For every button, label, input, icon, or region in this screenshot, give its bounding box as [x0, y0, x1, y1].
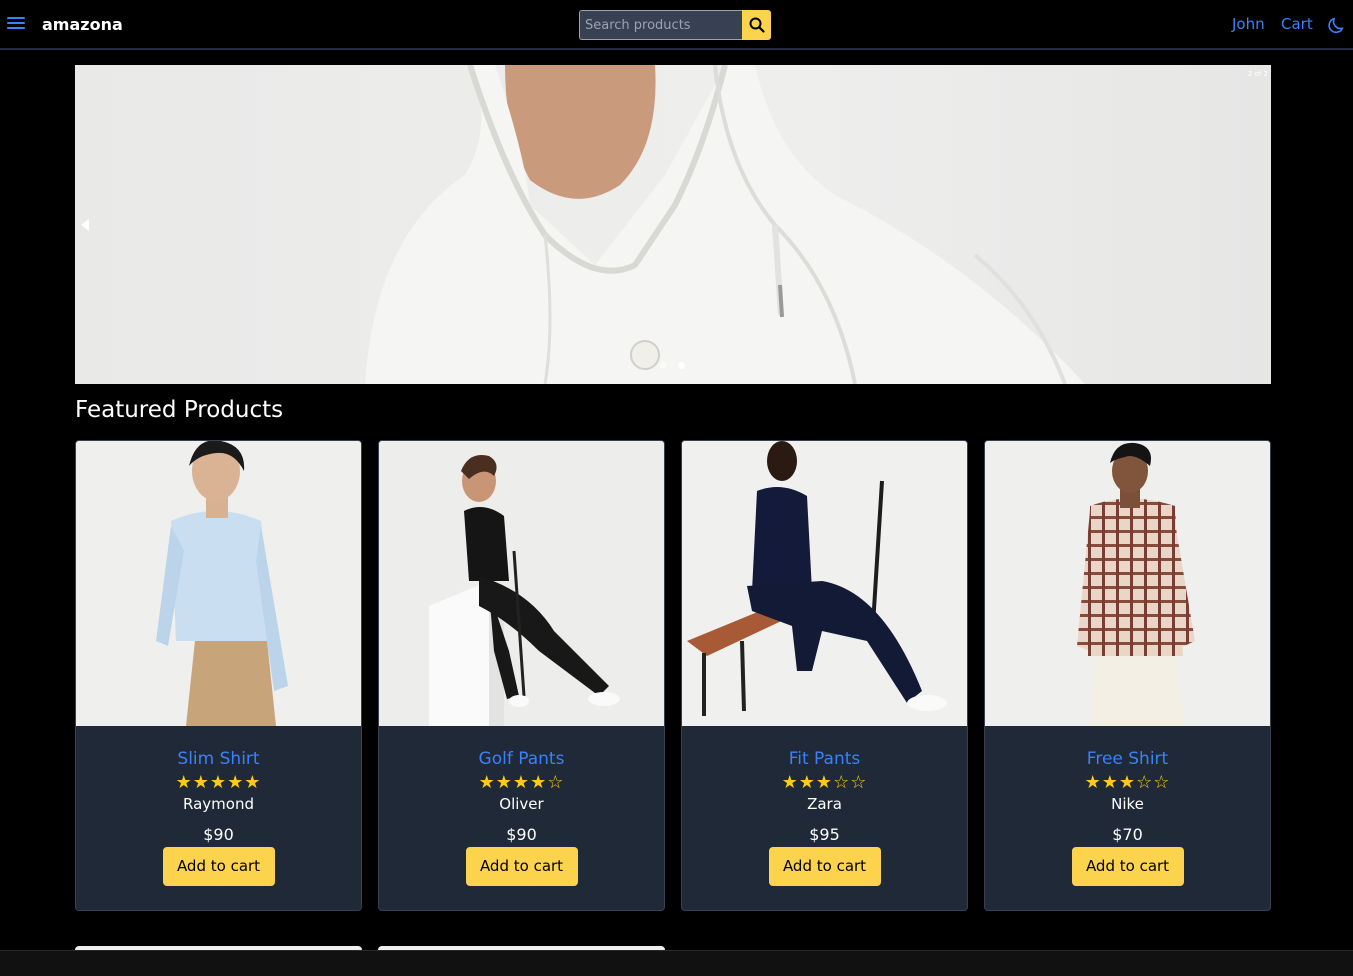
- product-brand: Nike: [1111, 795, 1144, 813]
- menu-icon[interactable]: [6, 14, 26, 34]
- product-image[interactable]: [379, 441, 664, 726]
- search-input[interactable]: [579, 10, 742, 40]
- product-photo: [682, 441, 967, 726]
- product-name-link[interactable]: Free Shirt: [985, 749, 1270, 769]
- product-price: $90: [203, 825, 234, 844]
- carousel-dots: [660, 362, 685, 369]
- product-photo: [76, 441, 361, 726]
- add-to-cart-button[interactable]: Add to cart: [768, 847, 881, 886]
- rating-stars: ★★★★☆: [478, 772, 565, 793]
- product-card: Free Shirt ★★★☆☆ Nike $70 Add to cart: [984, 440, 1271, 911]
- add-to-cart-button[interactable]: Add to cart: [162, 847, 275, 886]
- carousel-counter: 2 of 2: [1247, 70, 1268, 78]
- product-image[interactable]: [682, 441, 967, 726]
- product-card: Slim Shirt ★★★★★ Raymond $90 Add to cart: [75, 440, 362, 911]
- user-menu-link[interactable]: John: [1232, 15, 1265, 33]
- product-photo: [379, 441, 664, 726]
- page-footer-edge: [0, 950, 1353, 976]
- product-card: Fit Pants ★★★☆☆ Zara $95 Add to cart: [681, 440, 968, 911]
- rating-stars: ★★★★★: [175, 772, 262, 793]
- moon-icon[interactable]: [1327, 15, 1347, 35]
- top-navbar: amazona John Cart: [0, 0, 1353, 50]
- featured-products-title: Featured Products: [75, 397, 284, 423]
- add-to-cart-button[interactable]: Add to cart: [465, 847, 578, 886]
- carousel-dot-2[interactable]: [678, 362, 685, 369]
- product-card-body: Free Shirt ★★★☆☆ Nike $70 Add to cart: [985, 749, 1270, 886]
- cart-link[interactable]: Cart: [1281, 15, 1313, 33]
- product-image[interactable]: [76, 441, 361, 726]
- product-name-link[interactable]: Golf Pants: [379, 749, 664, 769]
- carousel-dot-1[interactable]: [660, 362, 667, 369]
- product-name-link[interactable]: Fit Pants: [682, 749, 967, 769]
- product-price: $70: [1112, 825, 1143, 844]
- product-brand: Zara: [807, 795, 842, 813]
- product-image[interactable]: [985, 441, 1270, 726]
- search-icon: [749, 17, 765, 33]
- product-name-link[interactable]: Slim Shirt: [76, 749, 361, 769]
- brand-logo[interactable]: amazona: [42, 15, 123, 34]
- product-brand: Oliver: [499, 795, 544, 813]
- product-card-body: Golf Pants ★★★★☆ Oliver $90 Add to cart: [379, 749, 664, 886]
- product-brand: Raymond: [183, 795, 254, 813]
- product-price: $95: [809, 825, 840, 844]
- add-to-cart-button[interactable]: Add to cart: [1071, 847, 1184, 886]
- product-price: $90: [506, 825, 537, 844]
- carousel-prev-arrow[interactable]: [81, 219, 89, 231]
- product-card-body: Slim Shirt ★★★★★ Raymond $90 Add to cart: [76, 749, 361, 886]
- rating-stars: ★★★☆☆: [781, 772, 868, 793]
- search-button[interactable]: [742, 10, 771, 40]
- rating-stars: ★★★☆☆: [1084, 772, 1171, 793]
- product-card-body: Fit Pants ★★★☆☆ Zara $95 Add to cart: [682, 749, 967, 886]
- product-photo: [985, 441, 1270, 726]
- search-bar: [579, 10, 771, 40]
- product-card: Golf Pants ★★★★☆ Oliver $90 Add to cart: [378, 440, 665, 911]
- carousel-slide-image: [365, 65, 1085, 384]
- hero-carousel[interactable]: 2 of 2: [75, 65, 1271, 384]
